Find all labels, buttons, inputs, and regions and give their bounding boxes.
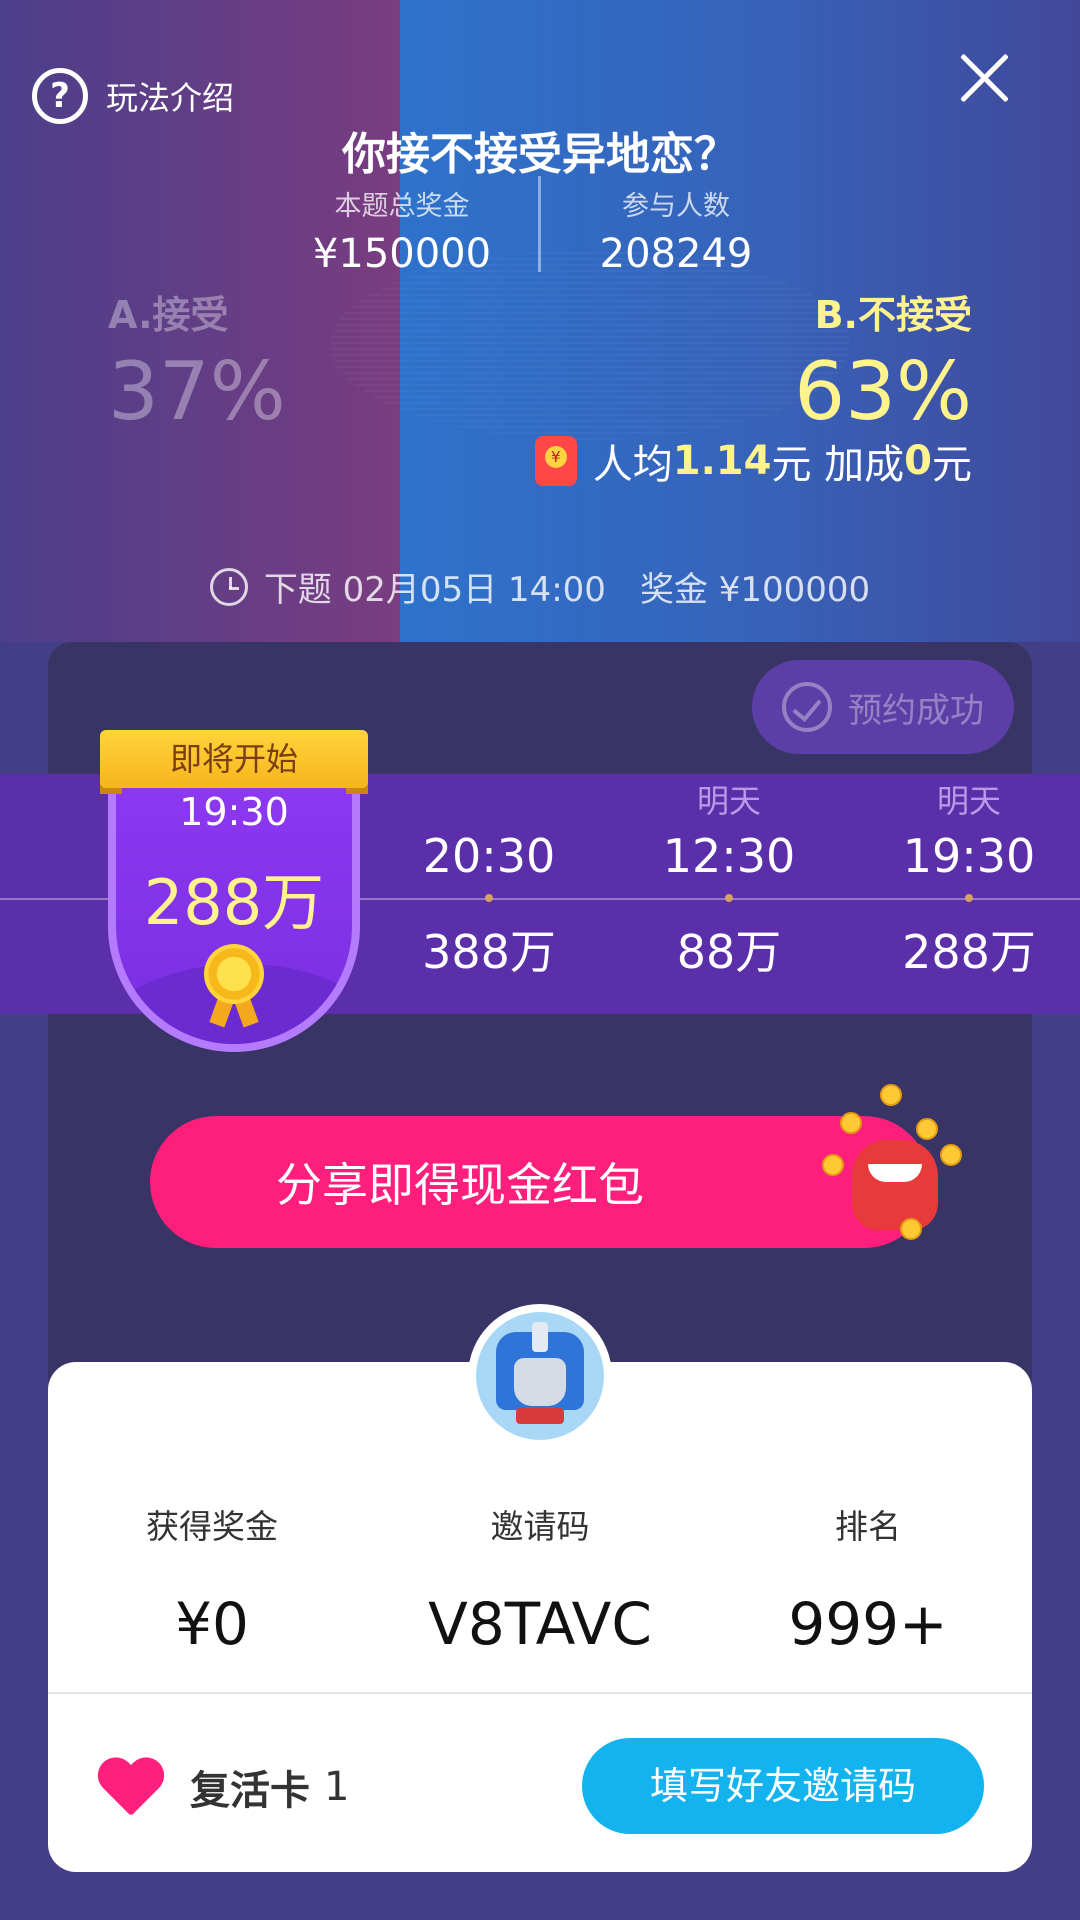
helmet-mouth [516,1408,564,1424]
slot-time: 12:30 [662,829,796,883]
helmet-face [514,1358,566,1406]
reward-unit-2: 元 [932,442,972,488]
avatar-image [476,1312,604,1440]
earned-stat: 获得奖金 ¥0 [62,1500,362,1658]
earned-label: 获得奖金 [146,1507,278,1546]
revive-card-count: 1 [324,1764,350,1810]
next-question-prize: 奖金 ¥100000 [639,570,871,610]
decorative-stripes [330,250,850,440]
option-a-percent: 37% [108,345,286,438]
help-link[interactable]: ? 玩法介绍 [32,68,234,124]
coming-soon-badge: 即将开始 [100,730,368,788]
slot-prize: 288万 [902,925,1036,979]
slot-time: 19:30 [902,829,1036,883]
total-prize-value: ¥150000 [312,231,492,277]
rank-stat: 排名 999+ [718,1500,1018,1658]
slot-prize: 88万 [676,925,782,979]
total-prize-stat: 本题总奖金 ¥150000 [262,184,542,277]
schedule-slot[interactable]: 20:30 388万 [389,778,589,982]
enter-invite-code-button[interactable]: 填写好友邀请码 [582,1738,984,1834]
reward-unit: 元 加成 [771,442,905,488]
option-b-percent: 63% [794,345,972,438]
red-envelope-mascot-icon [820,1084,970,1244]
coin-icon [840,1112,862,1134]
rank-label: 排名 [835,1507,901,1546]
clock-icon [209,567,248,606]
red-envelope-icon [534,436,577,486]
participants-stat: 参与人数 208249 [536,184,816,277]
timeline-dot [965,894,973,902]
coin-icon [900,1218,922,1240]
invite-code-label: 邀请码 [490,1507,590,1546]
question-title: 你接不接受异地恋？ [342,129,738,180]
slot-day: 明天 [936,782,1001,820]
rank-value: 999+ [788,1590,948,1658]
participants-value: 208249 [599,231,753,277]
timeline-dot [485,894,493,902]
reward-prefix: 人均 [592,442,673,488]
close-icon[interactable] [956,50,1012,106]
check-icon [782,682,832,732]
slot-day [389,778,589,824]
heart-icon [96,1759,164,1815]
reserved-label: 预约成功 [848,690,984,731]
coin-icon [822,1154,844,1176]
card-divider [48,1692,1032,1694]
earned-value: ¥0 [175,1590,249,1658]
next-question-time: 下题 02月05日 14:00 [263,570,606,610]
coin-icon [940,1144,962,1166]
current-slot-time: 19:30 [179,790,289,834]
reward-info: 人均 1.14 元 加成 0 元 [534,432,972,490]
invite-code-stat: 邀请码 V8TAVC [390,1500,690,1658]
option-b-label: B.不接受 [814,293,972,337]
share-label: 分享即得现金红包 [276,1158,644,1212]
option-b: B.不接受 63% [794,284,972,438]
revive-card-label: 复活卡 [190,1768,310,1814]
share-button[interactable]: 分享即得现金红包 [150,1116,930,1248]
coin-icon [916,1118,938,1140]
current-slot-prize: 288万 [143,866,325,939]
medal-disc [204,944,264,1004]
revive-card-info: 复活卡 1 [96,1758,349,1816]
reward-bonus: 0 [904,438,932,484]
option-a: A.接受 37% [108,284,286,438]
mascot-body [852,1140,938,1230]
coin-icon [880,1084,902,1106]
participants-label: 参与人数 [622,191,730,222]
helmet-crest [532,1322,548,1352]
slot-day: 明天 [696,782,761,820]
option-a-label: A.接受 [108,293,229,337]
medal-icon [204,944,264,1030]
total-prize-label: 本题总奖金 [334,191,470,222]
schedule-slot[interactable]: 明天 19:30 288万 [869,778,1069,982]
slot-prize: 388万 [422,925,556,979]
schedule-slot[interactable]: 明天 12:30 88万 [629,778,829,982]
next-question-info: 下题 02月05日 14:00 奖金 ¥100000 [0,562,1080,611]
avatar[interactable] [468,1304,612,1448]
slot-time: 20:30 [422,829,556,883]
help-label: 玩法介绍 [106,79,235,117]
reward-amount: 1.14 [672,438,772,484]
reserved-button[interactable]: 预约成功 [752,660,1014,754]
question-icon: ? [32,68,88,124]
invite-code-value: V8TAVC [428,1590,652,1658]
timeline-dot [725,894,733,902]
